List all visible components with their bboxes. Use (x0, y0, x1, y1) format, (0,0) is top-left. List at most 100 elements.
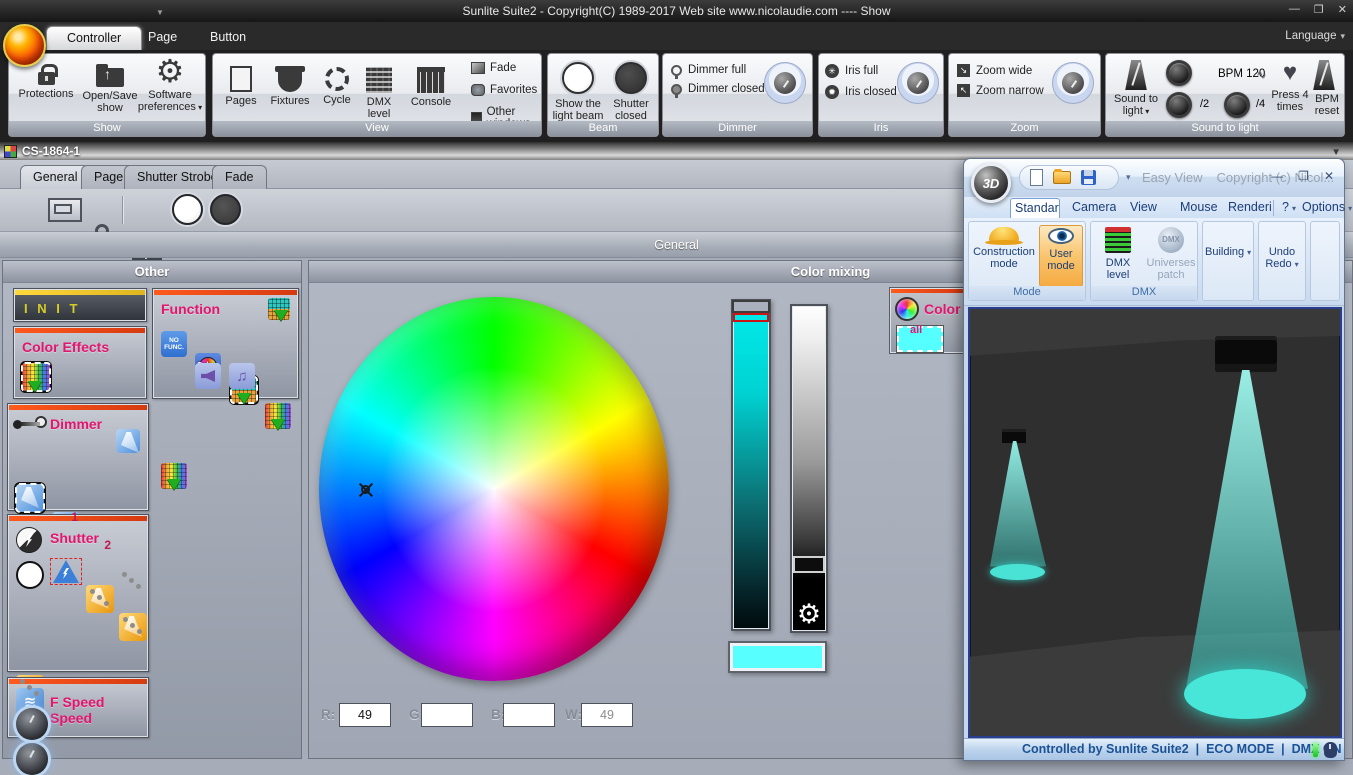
easy-view-titlebar[interactable]: 3D ▾ Easy View Copyright (c) Nicol... — ❐… (964, 159, 1344, 203)
iris-closed-button[interactable]: ✹ Iris closed (825, 85, 897, 99)
no-func-button[interactable]: NO FUNC. (161, 331, 187, 357)
iris-knob[interactable] (897, 62, 939, 104)
dimmer-knob[interactable] (764, 62, 806, 104)
save-icon[interactable] (1081, 170, 1096, 185)
ev-options-menu[interactable]: Options (1298, 198, 1353, 218)
color-wheel[interactable] (319, 297, 669, 681)
universes-patch-button[interactable]: DMX Universes patch (1145, 225, 1197, 281)
color-wheel-cursor-icon[interactable] (359, 483, 373, 497)
window-preview-icon[interactable] (48, 198, 82, 222)
color-mini-panel: Color all (889, 287, 965, 354)
strobe-triangle-icon (53, 560, 79, 583)
ev-minimize-button[interactable]: — (1271, 169, 1283, 183)
show-light-beam-button[interactable]: Show the light beam (552, 60, 604, 122)
white-slider-handle[interactable] (793, 556, 825, 573)
ev-tab-camera[interactable]: Camera (1068, 198, 1116, 218)
undo-redo-button[interactable]: Undo Redo (1261, 246, 1303, 271)
fade-button[interactable]: Fade (471, 62, 516, 74)
white-circle-button[interactable] (172, 194, 203, 225)
shutter-section-knob[interactable] (16, 743, 48, 775)
user-mode-button[interactable]: User mode (1039, 225, 1083, 287)
ev-tab-standard[interactable]: Standard (1010, 198, 1060, 218)
color-wheel-icon (895, 297, 919, 321)
cs-tab-fade[interactable]: Fade (212, 165, 267, 189)
mouse-icon (1324, 742, 1337, 758)
shutter-beam-dots-2-button[interactable] (119, 613, 147, 641)
black-circle-button[interactable] (210, 194, 241, 225)
ev-dmx-level-button[interactable]: DMX level (1093, 225, 1143, 281)
ev-help-menu[interactable]: ? (1278, 198, 1300, 218)
dimmer-corner-beam-icon[interactable] (116, 429, 140, 453)
ev-maximize-button[interactable]: ❐ (1298, 169, 1309, 183)
software-preferences-button[interactable]: ⚙ Software preferences ▾ (137, 55, 203, 114)
maximize-button[interactable]: ❐ (1314, 3, 1324, 16)
speaker-button[interactable] (195, 363, 221, 389)
slider-handle[interactable] (732, 300, 770, 313)
shutter-closed-button[interactable]: Shutter closed (606, 60, 656, 122)
color-intensity-slider[interactable] (731, 299, 771, 631)
dimmer-full-button[interactable]: Dimmer full (671, 64, 765, 79)
iris-closed-icon: ✹ (825, 85, 839, 99)
console-icon (417, 67, 445, 93)
press-4-times-button[interactable]: ♥ Press 4 times (1256, 60, 1312, 114)
cs-tab-general[interactable]: General (20, 165, 91, 189)
iris-full-button[interactable]: ✳ Iris full (825, 64, 897, 78)
light-fixture-near[interactable] (1215, 336, 1277, 372)
close-button[interactable]: ✕ (1338, 3, 1347, 16)
toolbar-options-arrow-icon[interactable]: ▾ (1126, 172, 1131, 183)
zoom-knob[interactable] (1052, 62, 1094, 104)
construction-mode-button[interactable]: Construction mode (971, 225, 1037, 270)
function-corner-grid-icon[interactable] (268, 298, 290, 320)
pages-button[interactable]: Pages (218, 62, 263, 107)
building-button[interactable]: Building (1205, 246, 1251, 259)
open-folder-icon[interactable] (1053, 169, 1071, 184)
shutter-strobe-selected-button[interactable] (50, 558, 82, 585)
bpm-knob-div4[interactable] (1224, 92, 1250, 118)
f-speed-knob[interactable] (16, 708, 48, 740)
grid-function-button[interactable] (265, 403, 291, 429)
quick-access-arrow-icon[interactable]: ▼ (156, 8, 164, 17)
shutter-open-button[interactable] (16, 561, 44, 589)
light-fixture-far[interactable] (1002, 429, 1026, 443)
shutter-beam-dots-1-button[interactable] (86, 585, 114, 613)
cycle-button[interactable]: Cycle (317, 62, 357, 106)
bpm-knob-div2[interactable] (1166, 92, 1192, 118)
color-effects-selected-button[interactable] (21, 362, 51, 392)
tab-page[interactable]: Page (128, 26, 197, 50)
minimize-button[interactable]: — (1289, 3, 1300, 16)
white-level-slider[interactable]: ⚙ (790, 304, 828, 633)
fixtures-button[interactable]: Fixtures (265, 62, 315, 107)
sound-to-light-button[interactable]: Sound to light ▾ (1110, 60, 1162, 118)
cycle-icon (325, 67, 349, 91)
zoom-narrow-button[interactable]: Zoom narrow (957, 84, 1044, 97)
universes-globe-icon: DMX (1158, 227, 1184, 253)
3d-viewport[interactable] (968, 307, 1342, 738)
open-save-show-button[interactable]: Open/Save show (79, 60, 141, 114)
rainbow-grid-button[interactable] (161, 463, 187, 489)
b-input[interactable] (503, 703, 555, 727)
gear-glyph-icon: ⚙ (796, 599, 822, 629)
music-button[interactable]: ♫ (229, 363, 255, 389)
bpm-reset-button[interactable]: ↺ BPM reset (1310, 60, 1344, 117)
init-button[interactable]: I N I T (13, 288, 147, 322)
r-input[interactable] (339, 703, 391, 727)
ribbon-group-iris: ✳ Iris full ✹ Iris closed Iris (818, 53, 944, 137)
new-document-icon[interactable] (1030, 169, 1043, 186)
ev-tab-rendering[interactable]: Rendering (1224, 198, 1272, 218)
console-button[interactable]: Console (403, 62, 459, 108)
dmx-level-button[interactable]: DMX level (359, 62, 399, 120)
3d-logo[interactable]: 3D (971, 163, 1011, 203)
ev-close-button[interactable]: ✕ (1324, 169, 1334, 183)
favorites-button[interactable]: Favorites (471, 84, 537, 96)
tab-button[interactable]: Button (190, 26, 266, 50)
dimmer-closed-button[interactable]: Dimmer closed (671, 83, 765, 98)
w-input[interactable] (581, 703, 633, 727)
zoom-wide-button[interactable]: Zoom wide (957, 64, 1044, 77)
bpm-knob-1[interactable] (1166, 60, 1192, 86)
ev-tab-mouse[interactable]: Mouse (1176, 198, 1220, 218)
dimmer-beam-selected-button[interactable] (15, 483, 45, 513)
ev-tab-view[interactable]: View (1126, 198, 1166, 218)
app-logo-ball[interactable] (3, 24, 46, 67)
language-menu[interactable]: Language (1285, 30, 1345, 42)
g-input[interactable] (421, 703, 473, 727)
